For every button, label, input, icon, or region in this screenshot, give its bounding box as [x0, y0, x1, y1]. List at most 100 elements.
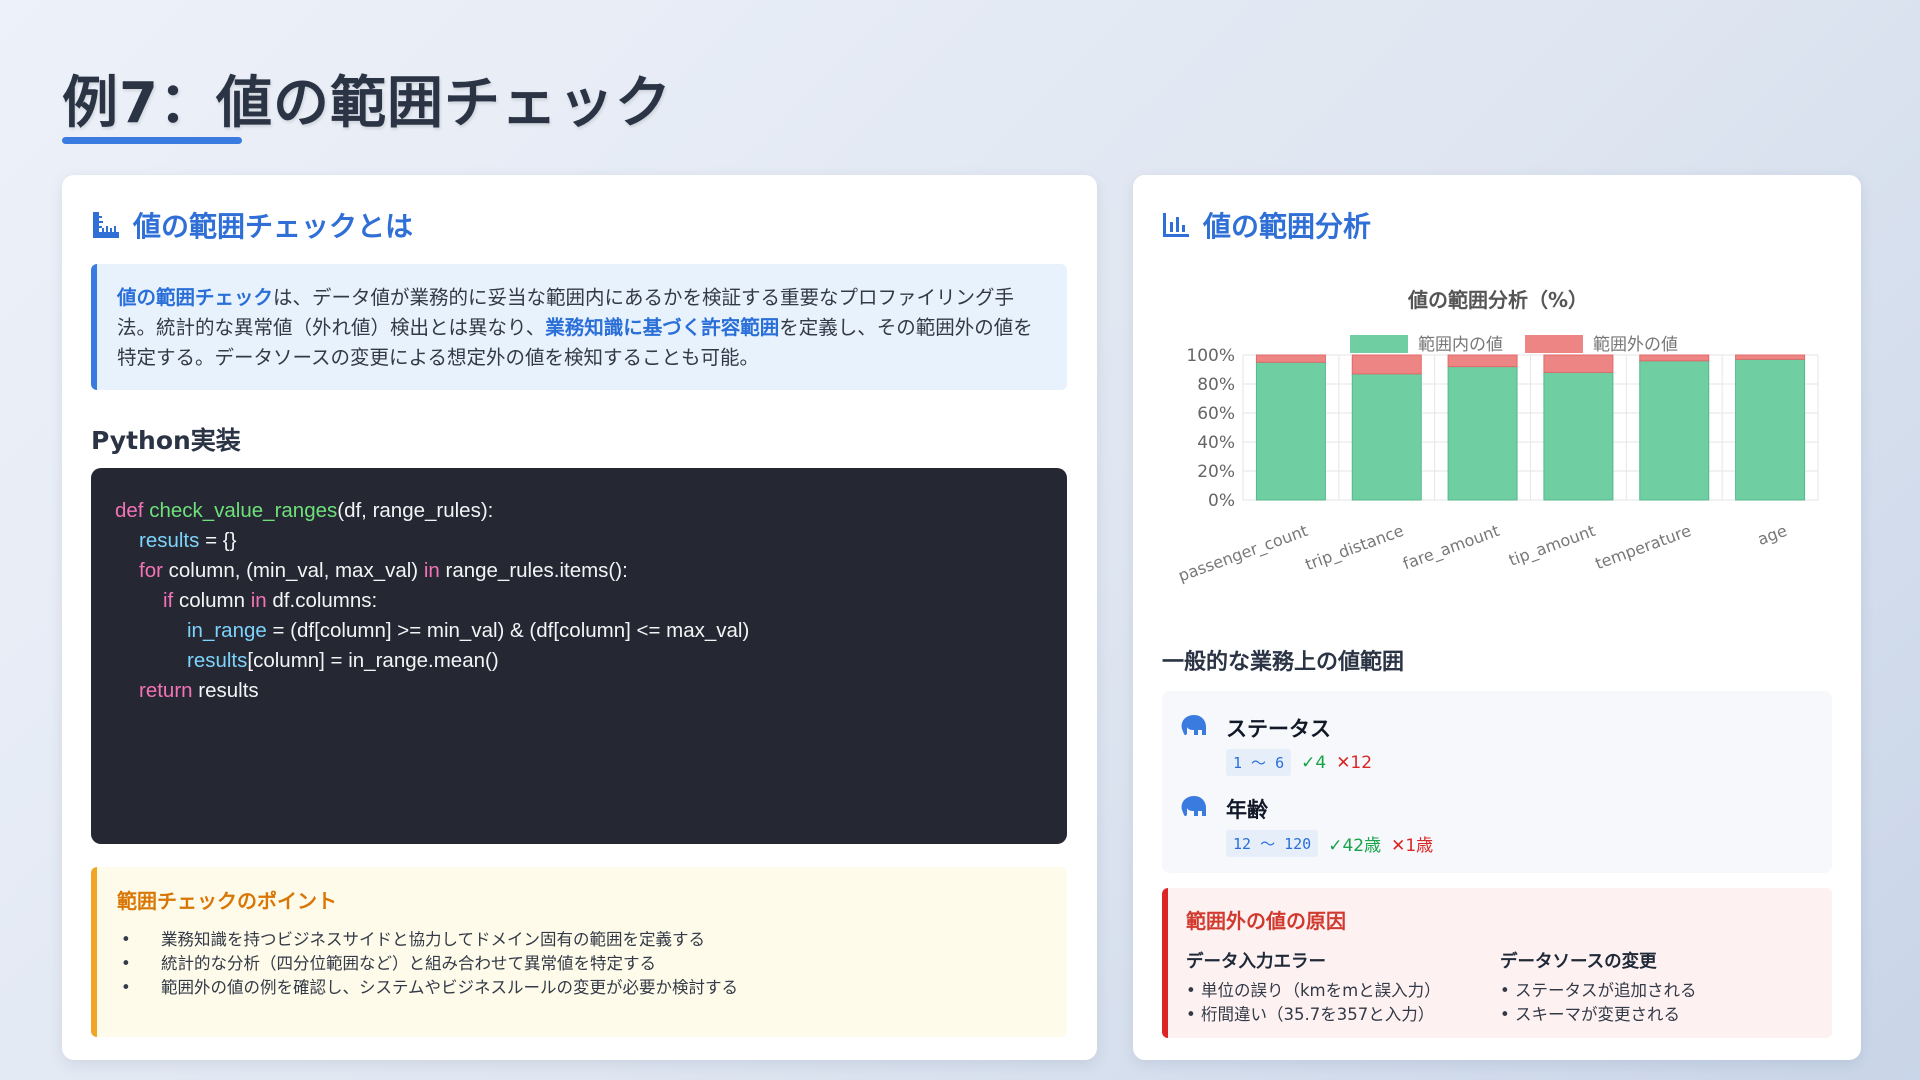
code-token: column	[173, 589, 251, 612]
invalid-example: ✕1歳	[1391, 836, 1434, 856]
card-heading-right-label: 値の範囲分析	[1203, 210, 1372, 243]
valid-example: ✓42歳	[1328, 836, 1382, 856]
cause-box: 範囲外の値の原因 データ入力エラー • 単位の誤り（kmをmと誤入力） • 桁間…	[1162, 888, 1832, 1038]
right-card: 値の範囲分析 値の範囲分析（%） 範囲内の値 範囲外の値 0% 20% 40% 60% 8…	[1133, 175, 1861, 1060]
intro-highlight-2: 業務知識に基づく許容範囲	[545, 316, 780, 339]
bar-segment	[1639, 354, 1710, 362]
code-line: for column, (min_val, max_val) in range_…	[115, 556, 1043, 586]
cause-column-title: データ入力エラー	[1186, 952, 1326, 972]
code-token: results	[139, 529, 200, 552]
y-tick-label: 80%	[1197, 375, 1235, 395]
x-tick-label: age	[1755, 521, 1790, 549]
code-token: (df, range_rules):	[337, 499, 494, 522]
cause-column: データ入力エラー • 単位の誤り（kmをmと誤入力） • 桁間違い（35.7を3…	[1186, 948, 1500, 1027]
x-tick-label: trip_distance	[1303, 521, 1407, 575]
ranges-box: ステータス 1 〜 6 ✓4 ✕12 年齢 12 〜 120 ✓42歳 ✕1歳	[1162, 691, 1832, 873]
x-tick-label: fare_amount	[1400, 521, 1502, 574]
chart-legend: 範囲内の値 範囲外の値	[1350, 335, 1678, 355]
x-tick-label: tip_amount	[1506, 521, 1598, 571]
intro-highlight-1: 値の範囲チェック	[117, 286, 274, 309]
tips-box: 範囲チェックのポイント • 業務知識を持つビジネスサイドと協力してドメイン固有の範…	[91, 867, 1067, 1037]
ranges-heading: 一般的な業務上の値範囲	[1162, 650, 1405, 675]
ruler-icon	[91, 210, 121, 240]
bar-segment	[1543, 371, 1614, 501]
valid-example: ✓4	[1301, 752, 1327, 773]
legend-swatch	[1350, 335, 1408, 353]
chart-grid	[1242, 354, 1819, 501]
bullet: •	[121, 930, 131, 949]
code-token: = (df[column] >= min_val) & (df[column] …	[266, 619, 750, 642]
list-item: • スキーマが変更される	[1500, 1005, 1680, 1024]
list-item: • 範囲外の値の例を確認し、システムやビジネスルールの変更が必要か検討する	[117, 976, 1047, 1000]
intro-box: 値の範囲チェックは、データ値が業務的に妥当な範囲内にあるかを検証する重要なプロフ…	[91, 264, 1067, 390]
bar-segment	[1351, 354, 1422, 375]
code-token: results	[192, 679, 259, 702]
code-line: return results	[115, 676, 1043, 706]
chart-title: 値の範囲分析（%）	[1407, 288, 1588, 312]
cause-columns: データ入力エラー • 単位の誤り（kmをmと誤入力） • 桁間違い（35.7を3…	[1186, 948, 1814, 1027]
list-item-text: 統計的な分析（四分位範囲など）と組み合わせて異常値を特定する	[161, 954, 656, 973]
code-line: def check_value_ranges(df, range_rules):	[115, 496, 1043, 526]
cause-column-title: データソースの変更	[1500, 952, 1657, 972]
bar-segment	[1447, 366, 1518, 501]
code-token: in	[423, 559, 440, 582]
y-tick-label: 40%	[1197, 433, 1235, 453]
list-item: • 統計的な分析（四分位範囲など）と組み合わせて異常値を特定する	[117, 952, 1047, 976]
y-tick-label: 0%	[1208, 491, 1235, 511]
bar-segment	[1255, 361, 1326, 501]
bar-segment	[1735, 354, 1806, 360]
bar-segment	[1543, 354, 1614, 373]
bar-chart-icon	[1161, 210, 1191, 240]
bar-segment	[1639, 360, 1710, 501]
bar-segment	[1447, 354, 1518, 368]
card-heading-left-label: 値の範囲チェックとは	[133, 210, 414, 243]
list-item: • ステータスが追加される	[1500, 981, 1697, 1000]
x-tick-label: passenger_count	[1176, 521, 1311, 586]
code-token: in	[250, 589, 267, 612]
list-item: • 業務知識を持つビジネスサイドと協力してドメイン固有の範囲を定義する	[117, 928, 1047, 952]
page-title: 例7：値の範囲チェック	[62, 71, 672, 136]
range-name: ステータス	[1226, 717, 1331, 741]
code-line: in_range = (df[column] >= min_val) & (df…	[115, 616, 1043, 646]
legend-swatch	[1525, 335, 1583, 353]
code-token: df.columns:	[266, 589, 378, 612]
legend-label: 範囲内の値	[1418, 335, 1503, 355]
code-line: results[column] = in_range.mean()	[115, 646, 1043, 676]
code-line: if column in df.columns:	[115, 586, 1043, 616]
elephant-icon	[1178, 713, 1208, 743]
y-tick-label: 60%	[1197, 404, 1235, 424]
invalid-example: ✕12	[1336, 752, 1373, 773]
code-token: def	[115, 499, 150, 522]
range-value: 12 〜 120	[1226, 830, 1319, 857]
y-tick-label: 20%	[1197, 462, 1235, 482]
code-block: def check_value_ranges(df, range_rules):…	[91, 468, 1067, 844]
y-tick-label: 100%	[1186, 346, 1235, 366]
tips-title: 範囲チェックのポイント	[117, 889, 337, 913]
card-heading-left: 値の範囲チェックとは	[91, 205, 413, 245]
code-token: [column] = in_range.mean()	[247, 649, 499, 672]
code-token: for	[139, 559, 163, 582]
bullet: •	[121, 978, 131, 997]
bar-segment	[1735, 358, 1806, 501]
card-heading-right: 値の範囲分析	[1161, 205, 1371, 245]
list-item: • 単位の誤り（kmをmと誤入力）	[1186, 981, 1441, 1000]
code-line: results = {}	[115, 526, 1043, 556]
chart-y-ticks: 0% 20% 40% 60% 80% 100%	[1186, 346, 1235, 511]
range-value: 1 〜 6	[1226, 749, 1292, 776]
cause-title: 範囲外の値の原因	[1186, 909, 1346, 933]
x-tick-label: temperature	[1593, 521, 1694, 573]
legend-label: 範囲外の値	[1593, 335, 1678, 355]
range-meta: 12 〜 120 ✓42歳 ✕1歳	[1226, 830, 1433, 857]
cause-column: データソースの変更 • ステータスが追加される • スキーマが変更される	[1500, 948, 1814, 1027]
elephant-icon	[1178, 794, 1208, 824]
bullet: •	[121, 954, 131, 973]
list-item-text: 業務知識を持つビジネスサイドと協力してドメイン固有の範囲を定義する	[161, 930, 706, 949]
chart-x-ticks: passenger_counttrip_distancefare_amount t…	[1176, 521, 1790, 586]
list-item: • 桁間違い（35.7を357と入力）	[1186, 1005, 1435, 1024]
code-token: = {}	[199, 529, 237, 552]
bar-segment	[1351, 373, 1422, 501]
code-heading: Python実装	[91, 426, 241, 455]
code-token: in_range	[187, 619, 267, 642]
title-underline	[62, 137, 242, 144]
code-token: column, (min_val, max_val)	[162, 559, 424, 582]
